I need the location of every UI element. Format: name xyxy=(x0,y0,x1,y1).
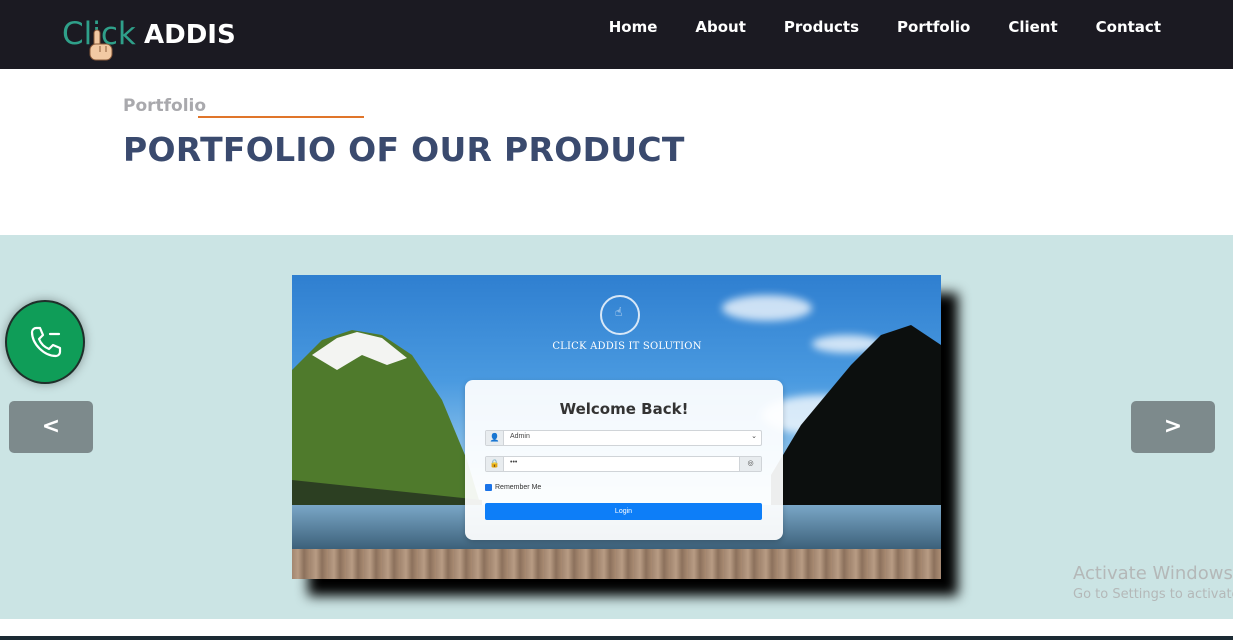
password-field[interactable]: 🔒 ••• ◎ xyxy=(485,456,762,472)
logo-addis-text: ADDIS xyxy=(144,20,236,50)
chevron-down-icon: ⌄ xyxy=(751,433,757,440)
brand-emblem: ☝ xyxy=(600,295,640,335)
section-kicker: Portfolio xyxy=(123,96,207,116)
remember-checkbox[interactable] xyxy=(485,484,492,491)
nav-contact[interactable]: Contact xyxy=(1096,18,1161,36)
carousel-next-button[interactable]: > xyxy=(1131,401,1215,453)
login-card: Welcome Back! 👤 Admin ⌄ 🔒 ••• ◎ Remember… xyxy=(465,380,783,540)
eye-slash-icon[interactable]: ◎ xyxy=(739,457,761,471)
site-logo[interactable]: Click ADDIS xyxy=(62,14,242,64)
nav-home[interactable]: Home xyxy=(609,18,658,36)
user-icon: 👤 xyxy=(486,431,504,445)
remember-label: Remember Me xyxy=(495,484,542,491)
top-navbar: Click ADDIS Home About Products Portfoli… xyxy=(0,0,1233,69)
hand-pointer-icon xyxy=(89,29,113,61)
call-button[interactable] xyxy=(5,300,85,384)
role-select[interactable]: 👤 Admin ⌄ xyxy=(485,430,762,446)
cloud xyxy=(722,295,812,321)
activate-windows-title: Activate Windows xyxy=(1073,563,1233,584)
section-title: PORTFOLIO OF OUR PRODUCT xyxy=(123,130,685,169)
password-value: ••• xyxy=(510,459,518,466)
lock-icon: 🔒 xyxy=(486,457,504,471)
brand-text: CLICK ADDIS IT SOLUTION xyxy=(552,341,702,352)
carousel-prev-button[interactable]: < xyxy=(9,401,93,453)
nav-products[interactable]: Products xyxy=(784,18,859,36)
kicker-underline xyxy=(198,116,364,118)
phone-icon xyxy=(30,326,62,358)
nav-about[interactable]: About xyxy=(695,18,746,36)
bottom-bar xyxy=(0,636,1233,640)
carousel-slide-image: ☝ CLICK ADDIS IT SOLUTION Welcome Back! … xyxy=(292,275,941,579)
login-button[interactable]: Login xyxy=(485,503,762,520)
wooden-dock xyxy=(292,549,941,579)
main-nav: Home About Products Portfolio Client Con… xyxy=(571,18,1161,36)
role-value: Admin xyxy=(510,433,530,440)
login-title: Welcome Back! xyxy=(559,400,689,418)
nav-portfolio[interactable]: Portfolio xyxy=(897,18,970,36)
remember-me[interactable]: Remember Me xyxy=(485,484,541,491)
nav-client[interactable]: Client xyxy=(1008,18,1057,36)
hand-pointer-icon: ☝ xyxy=(615,305,623,319)
activate-windows-subtitle: Go to Settings to activate xyxy=(1073,587,1233,602)
